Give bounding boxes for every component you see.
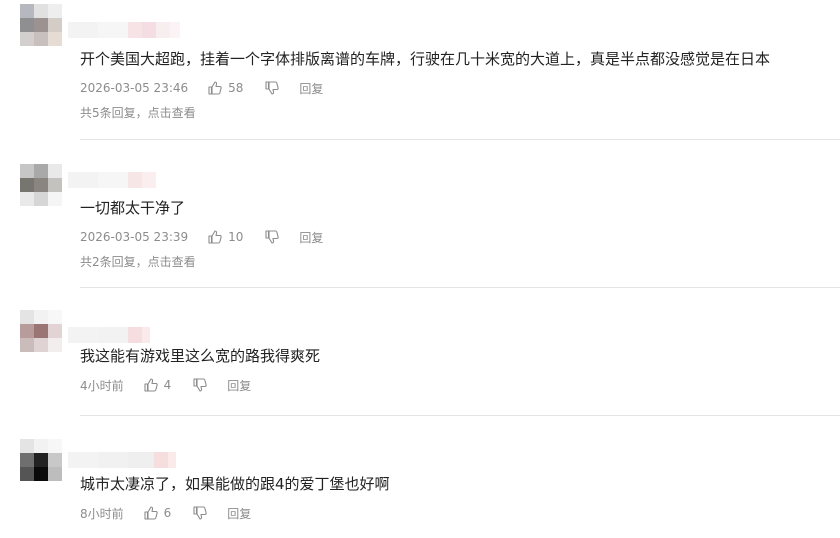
thumbs-down-icon [193, 378, 207, 392]
like-count: 10 [228, 230, 244, 244]
avatar-pixel [34, 4, 48, 18]
comment-time: 2026-03-05 23:39 [80, 230, 189, 244]
comment-time: 8小时前 [80, 506, 124, 521]
comment-text: 开个美国大超跑，挂着一个字体排版离谱的车牌，行驶在几十米宽的大道上，真是半点都没… [80, 50, 771, 68]
avatar-pixel [20, 178, 34, 192]
avatar[interactable] [20, 310, 62, 352]
comment-time: 4小时前 [80, 378, 124, 393]
avatar-pixel [20, 164, 34, 178]
comment-meta: 2026-03-05 23:46 58 回复 [80, 79, 323, 97]
avatar-pixel [20, 192, 34, 206]
avatar-pixel [20, 453, 34, 467]
avatar-pixel [48, 439, 62, 453]
like-count: 58 [228, 81, 244, 95]
reply-button[interactable]: 回复 [227, 377, 251, 394]
thumbs-up-icon [144, 506, 158, 520]
avatar[interactable] [20, 164, 62, 206]
avatar-pixel [48, 32, 62, 46]
avatar-pixel [34, 32, 48, 46]
username[interactable] [68, 452, 176, 468]
like-button[interactable]: 4 [144, 378, 172, 392]
dislike-button[interactable] [265, 230, 280, 244]
avatar[interactable] [20, 4, 62, 46]
avatar-pixel [34, 338, 48, 352]
avatar-pixel [34, 178, 48, 192]
avatar-pixel [34, 439, 48, 453]
avatar-pixel [20, 324, 34, 338]
view-replies-link[interactable]: 共5条回复，点击查看 [80, 104, 196, 121]
avatar-pixel [34, 164, 48, 178]
view-replies-link[interactable]: 共2条回复，点击查看 [80, 253, 196, 270]
avatar-pixel [34, 18, 48, 32]
thumbs-up-icon [208, 81, 222, 95]
comment-meta: 2026-03-05 23:39 10 回复 [80, 228, 323, 246]
avatar-pixel [34, 467, 48, 481]
divider [80, 287, 840, 288]
avatar-pixel [48, 310, 62, 324]
reply-button[interactable]: 回复 [227, 505, 251, 522]
like-button[interactable]: 6 [144, 506, 172, 520]
avatar-pixel [20, 310, 34, 324]
divider [80, 415, 840, 416]
avatar-pixel [20, 4, 34, 18]
avatar-pixel [48, 192, 62, 206]
avatar-pixel [48, 4, 62, 18]
comment-text: 我这能有游戏里这么宽的路我得爽死 [80, 347, 321, 365]
dislike-button[interactable] [193, 506, 207, 520]
reply-button[interactable]: 回复 [299, 80, 323, 97]
avatar-pixel [48, 164, 62, 178]
comment-meta: 8小时前 6 回复 [80, 504, 251, 522]
thumbs-down-icon [193, 506, 207, 520]
username[interactable] [68, 22, 180, 38]
avatar-pixel [20, 338, 34, 352]
avatar-pixel [48, 453, 62, 467]
avatar-pixel [34, 324, 48, 338]
avatar-pixel [48, 324, 62, 338]
avatar-pixel [48, 467, 62, 481]
thumbs-down-icon [265, 230, 280, 244]
thumbs-up-icon [144, 378, 158, 392]
thumbs-up-icon [208, 230, 222, 244]
like-button[interactable]: 58 [208, 81, 243, 95]
avatar-pixel [48, 338, 62, 352]
avatar[interactable] [20, 439, 62, 481]
comment-time: 2026-03-05 23:46 [80, 81, 189, 95]
avatar-pixel [34, 310, 48, 324]
dislike-button[interactable] [193, 378, 207, 392]
like-count: 4 [163, 378, 172, 392]
divider [80, 139, 840, 140]
username[interactable] [68, 172, 156, 188]
avatar-pixel [34, 192, 48, 206]
avatar-pixel [20, 439, 34, 453]
comment-text: 城市太凄凉了，如果能做的跟4的爱丁堡也好啊 [80, 475, 390, 493]
reply-button[interactable]: 回复 [299, 229, 323, 246]
thumbs-down-icon [265, 81, 280, 95]
dislike-button[interactable] [265, 81, 280, 95]
avatar-pixel [20, 32, 34, 46]
avatar-pixel [48, 18, 62, 32]
avatar-pixel [34, 453, 48, 467]
username[interactable] [68, 327, 150, 343]
like-count: 6 [163, 506, 172, 520]
comment-text: 一切都太干净了 [80, 199, 186, 217]
avatar-pixel [48, 178, 62, 192]
avatar-pixel [20, 467, 34, 481]
like-button[interactable]: 10 [208, 230, 243, 244]
avatar-pixel [20, 18, 34, 32]
comment-meta: 4小时前 4 回复 [80, 376, 251, 394]
